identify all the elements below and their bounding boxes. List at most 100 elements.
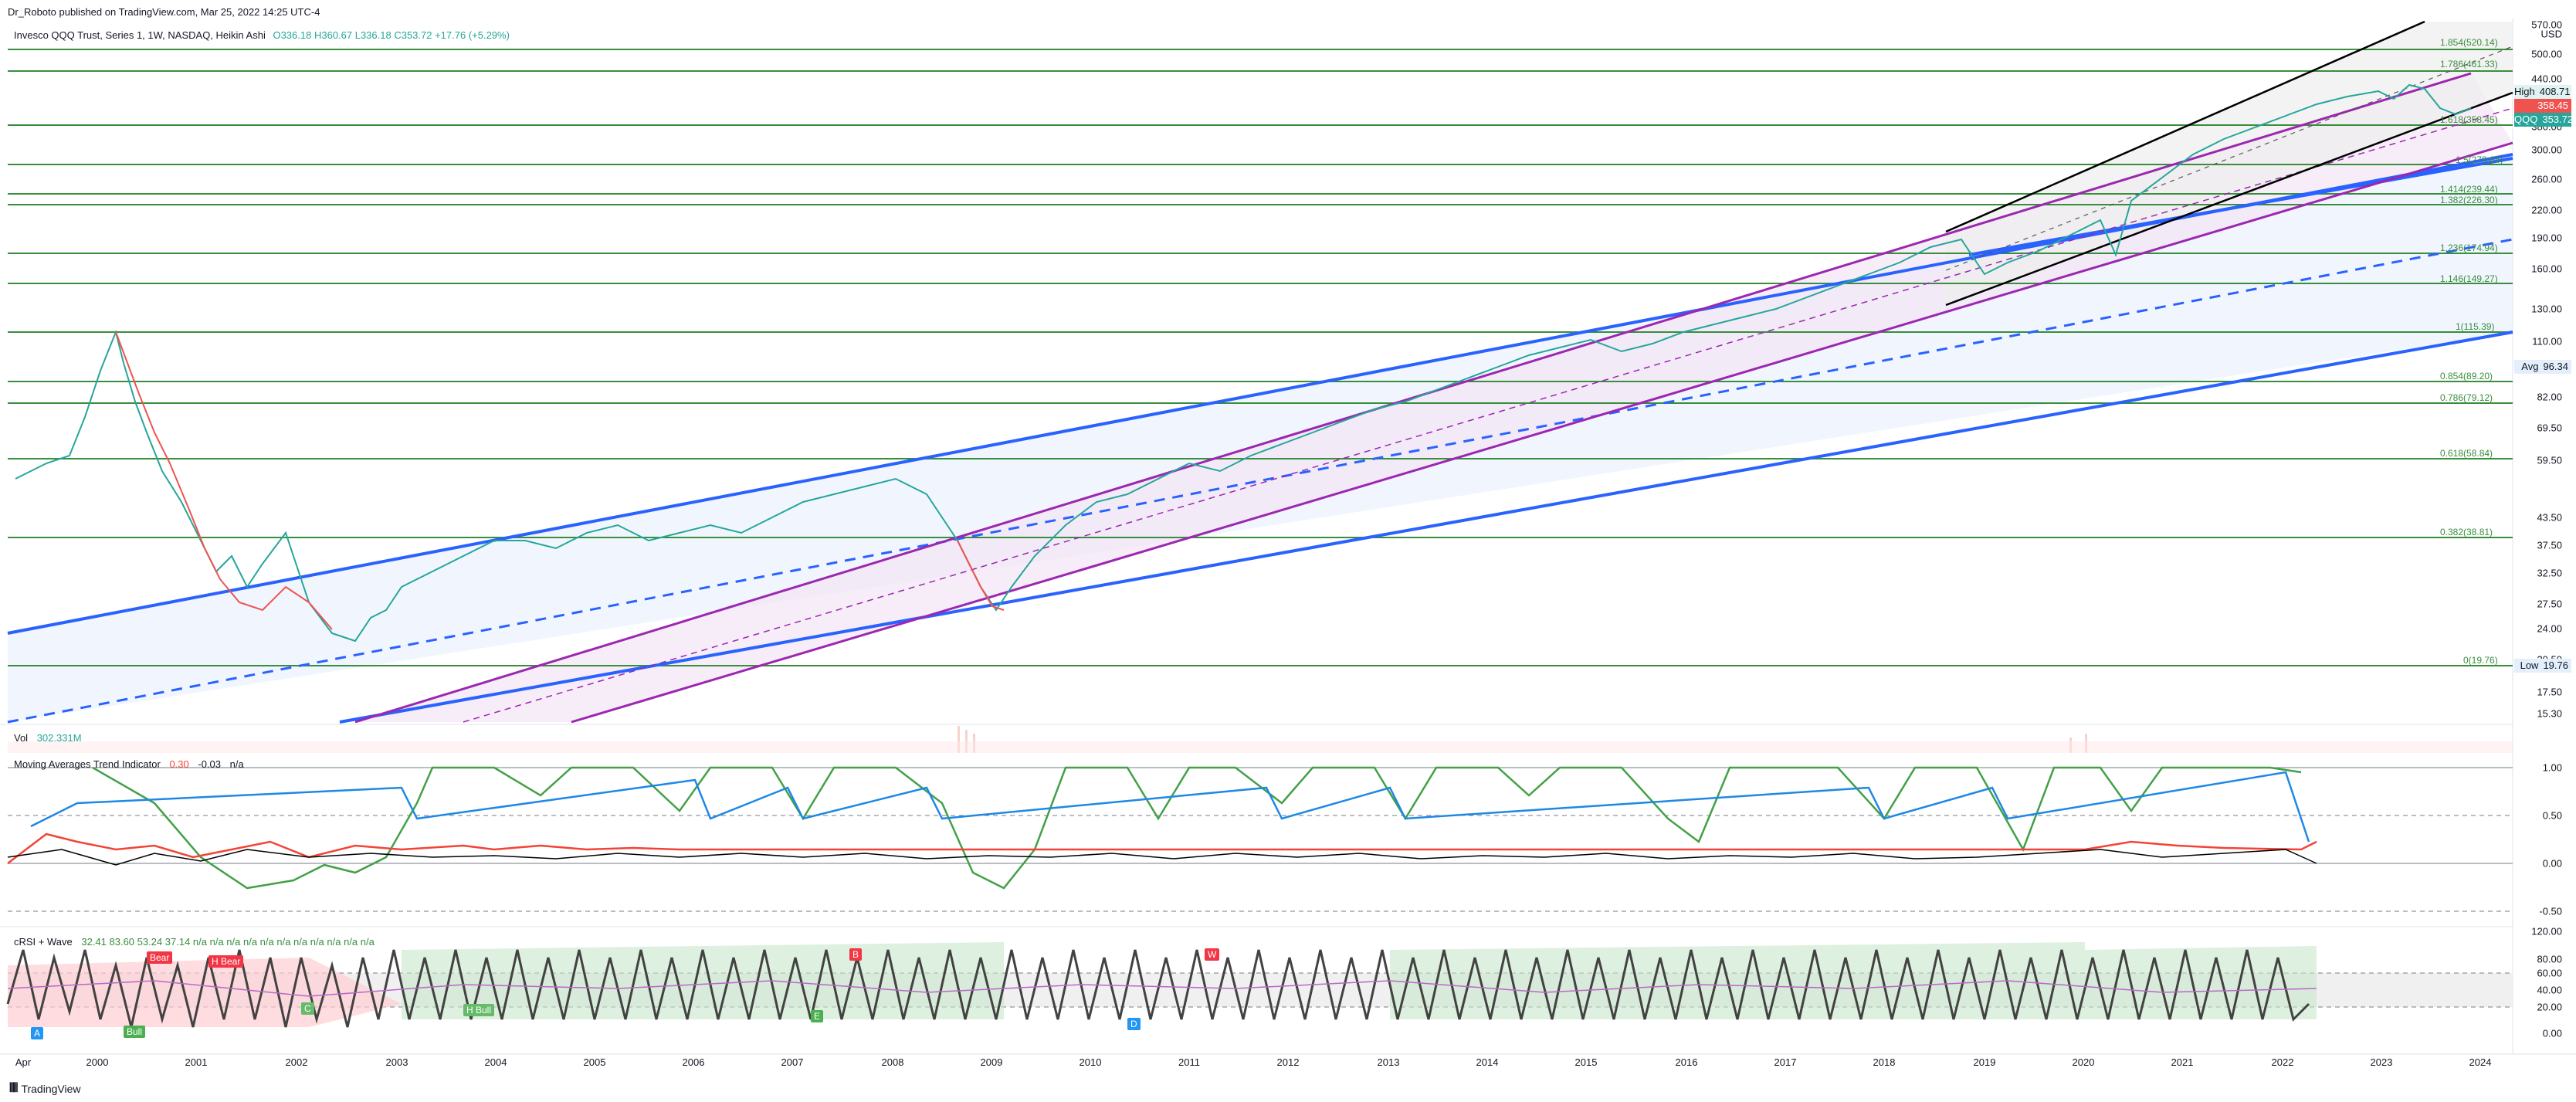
crsi-label: cRSI + Wave xyxy=(14,936,73,948)
time-tick: 2015 xyxy=(1574,1056,1598,1068)
tradingview-footer[interactable]: ⫴⫴ TradingView xyxy=(9,1082,81,1096)
time-tick: 2009 xyxy=(980,1056,1003,1068)
currency-label: USD xyxy=(2540,28,2562,40)
fib-label: 1.5(279.64) xyxy=(2456,154,2503,165)
signal-marker: Bear xyxy=(147,951,173,964)
time-tick: 2020 xyxy=(2072,1056,2095,1068)
fib-label: 0.618(58.84) xyxy=(2440,448,2493,459)
mati-tick: 1.00 xyxy=(2542,761,2562,774)
fib-label: 1.786(461.33) xyxy=(2440,59,2498,70)
price-tick: 440.00 xyxy=(2531,73,2562,85)
fib-label: 1.236(174.94) xyxy=(2440,242,2498,253)
time-tick: 2014 xyxy=(1476,1056,1499,1068)
time-tick: 2018 xyxy=(1873,1056,1896,1068)
low-badge: Low 19.76 xyxy=(2514,659,2571,673)
avg-badge: Avg 96.34 xyxy=(2514,360,2571,374)
crsi-tick: 20.00 xyxy=(2537,1001,2562,1013)
fib-label: 0(19.76) xyxy=(2463,655,2498,666)
fib-label: 1.414(239.44) xyxy=(2440,184,2498,195)
time-tick: 2023 xyxy=(2370,1056,2393,1068)
chart-canvas[interactable] xyxy=(0,0,2576,1102)
price-tick: 43.50 xyxy=(2537,511,2562,524)
ohlc-values: O336.18 H360.67 L336.18 C353.72 +17.76 (… xyxy=(273,29,510,41)
volume-value: 302.331M xyxy=(36,732,82,744)
price-tick: 500.00 xyxy=(2531,48,2562,60)
fib-label: 0.854(89.20) xyxy=(2440,371,2493,381)
fib-label: 0.382(38.81) xyxy=(2440,527,2493,537)
mati-tick: 0.00 xyxy=(2542,857,2562,870)
fib-label: 1.146(149.27) xyxy=(2440,273,2498,284)
crsi-tick: 0.00 xyxy=(2542,1027,2562,1039)
mati-value-1: 0.30 xyxy=(169,758,189,770)
crsi-legend[interactable]: cRSI + Wave 32.41 83.60 53.24 37.14 n/a … xyxy=(14,936,375,948)
fib-label: 1.854(520.14) xyxy=(2440,37,2498,48)
signal-marker: B xyxy=(849,948,863,961)
price-tick: 24.00 xyxy=(2537,622,2562,635)
symbol-legend[interactable]: Invesco QQQ Trust, Series 1, 1W, NASDAQ,… xyxy=(14,29,510,41)
price-tick: 160.00 xyxy=(2531,263,2562,275)
time-tick: 2012 xyxy=(1276,1056,1300,1068)
time-tick: 2021 xyxy=(2171,1056,2194,1068)
price-tick: 15.30 xyxy=(2537,707,2562,720)
time-tick: 2003 xyxy=(385,1056,408,1068)
price-tick: 17.50 xyxy=(2537,686,2562,698)
time-tick: 2005 xyxy=(583,1056,606,1068)
mati-value-3: n/a xyxy=(229,758,244,770)
price-tick: 300.00 xyxy=(2531,144,2562,156)
volume-baseline xyxy=(8,741,2513,753)
time-tick: 2000 xyxy=(86,1056,109,1068)
fib-label: 1.382(226.30) xyxy=(2440,195,2498,205)
time-tick: 2011 xyxy=(1178,1056,1200,1068)
crsi-values: 32.41 83.60 53.24 37.14 n/a n/a n/a n/a … xyxy=(81,936,375,948)
price-tick: 130.00 xyxy=(2531,303,2562,315)
time-tick: 2024 xyxy=(2469,1056,2492,1068)
price-tick: 27.50 xyxy=(2537,598,2562,610)
crsi-pane xyxy=(6,942,2513,1028)
time-tick: Apr xyxy=(15,1056,32,1068)
time-tick: 2007 xyxy=(781,1056,804,1068)
mati-label: Moving Averages Trend Indicator xyxy=(14,758,161,770)
mati-tick: 0.50 xyxy=(2542,809,2562,822)
price-tick: 220.00 xyxy=(2531,204,2562,216)
time-tick: 2013 xyxy=(1377,1056,1400,1068)
mati-tick: -0.50 xyxy=(2539,905,2562,917)
crsi-tick: 120.00 xyxy=(2531,925,2562,938)
tradingview-logo-icon: ⫴⫴ xyxy=(9,1082,19,1095)
time-tick: 2017 xyxy=(1774,1056,1797,1068)
signal-marker: H Bear xyxy=(208,955,244,968)
publish-info: Dr_Roboto published on TradingView.com, … xyxy=(8,6,320,18)
brand-name: TradingView xyxy=(21,1083,81,1095)
volume-label: Vol xyxy=(14,732,29,744)
price-tick: 59.50 xyxy=(2537,454,2562,466)
high-badge: High 408.71 xyxy=(2514,85,2571,99)
price-tick: 110.00 xyxy=(2532,335,2562,348)
signal-marker: D xyxy=(1127,1018,1141,1030)
fib-label: 1(115.39) xyxy=(2456,321,2495,332)
time-tick: 2022 xyxy=(2271,1056,2294,1068)
signal-marker: W xyxy=(1205,948,1220,961)
time-tick: 2006 xyxy=(682,1056,705,1068)
crsi-tick: 60.00 xyxy=(2537,967,2562,979)
symbol-title[interactable]: Invesco QQQ Trust, Series 1, 1W, NASDAQ,… xyxy=(14,29,266,41)
time-tick: 2008 xyxy=(881,1056,904,1068)
fib-price-badge: 358.45 xyxy=(2514,99,2571,113)
price-tick: 82.00 xyxy=(2537,391,2562,403)
price-tick: 37.50 xyxy=(2537,539,2562,551)
signal-marker: C xyxy=(301,1002,314,1015)
price-tick: 260.00 xyxy=(2531,173,2562,185)
time-tick: 2016 xyxy=(1675,1056,1698,1068)
crsi-tick: 40.00 xyxy=(2537,984,2562,996)
price-axis[interactable]: 570.00 USD 500.00 440.00 380.00 300.00 2… xyxy=(2513,19,2576,1058)
crsi-tick: 80.00 xyxy=(2537,953,2562,965)
price-tick: 32.50 xyxy=(2537,567,2562,579)
mati-value-2: -0.03 xyxy=(198,758,222,770)
time-tick: 2001 xyxy=(185,1056,208,1068)
signal-marker: H Bull xyxy=(463,1004,495,1016)
fib-label: 1.618(358.45) xyxy=(2440,114,2498,125)
mati-legend[interactable]: Moving Averages Trend Indicator 0.30 -0.… xyxy=(14,758,244,770)
volume-legend[interactable]: Vol 302.331M xyxy=(14,732,82,744)
mati-pane xyxy=(7,766,2513,912)
time-tick: 2004 xyxy=(484,1056,507,1068)
time-tick: 2002 xyxy=(285,1056,308,1068)
time-tick: 2010 xyxy=(1079,1056,1102,1068)
